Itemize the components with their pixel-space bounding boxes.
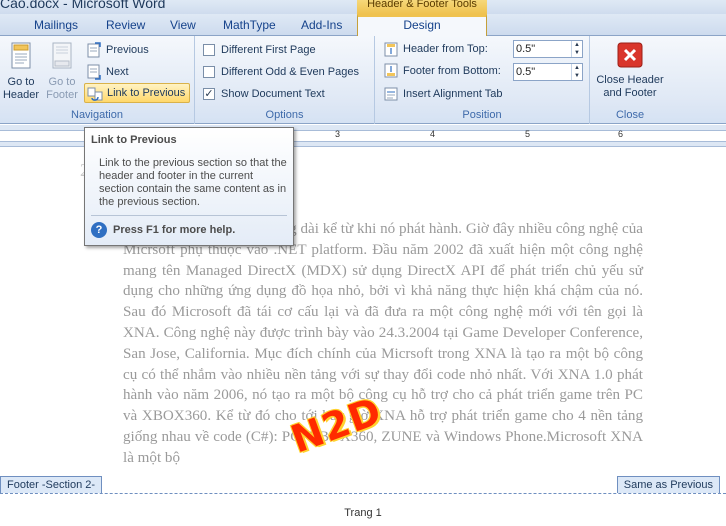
next-button[interactable]: Next xyxy=(84,62,133,82)
footer-from-bottom-text: Footer from Bottom: xyxy=(403,65,501,77)
same-as-previous-tag: Same as Previous xyxy=(616,476,720,493)
next-section-icon xyxy=(87,64,101,80)
link-to-previous-tooltip: Link to Previous Link to the previous se… xyxy=(84,127,294,246)
window-title: Cao.docx - Microsoft Word xyxy=(0,0,166,11)
position-group: Header from Top: 0.5" ▲ ▼ Footer from Bot… xyxy=(375,36,590,124)
footer-section-tag: Footer -Section 2- xyxy=(0,476,103,493)
tooltip-title: Link to Previous xyxy=(91,134,177,146)
go-to-footer-label: Go to Footer xyxy=(46,76,78,101)
show-document-text-label: Show Document Text xyxy=(221,88,325,100)
previous-label: Previous xyxy=(106,44,149,56)
position-group-label: Position xyxy=(462,109,502,121)
options-group: Different First Page Different Odd & Eve… xyxy=(195,36,375,124)
previous-section-icon xyxy=(87,42,101,58)
insert-alignment-tab-button[interactable]: Insert Alignment Tab xyxy=(381,84,506,104)
ruler-number: 6 xyxy=(618,129,624,139)
options-group-label: Options xyxy=(265,109,304,121)
context-tab-label: Header & Footer Tools xyxy=(357,0,487,14)
spin-arrows-icon[interactable]: ▲ ▼ xyxy=(571,41,582,57)
different-first-page-checkbox[interactable] xyxy=(203,44,215,56)
tab-mailings[interactable]: Mailings xyxy=(34,17,78,36)
header-from-top-label: Header from Top: xyxy=(383,40,488,58)
tooltip-help-text: Press F1 for more help. xyxy=(113,224,236,236)
ruler-number: 3 xyxy=(335,129,341,139)
alignment-tab-icon xyxy=(384,87,398,101)
ruler-number: 4 xyxy=(430,129,436,139)
different-odd-even-option[interactable]: Different Odd & Even Pages xyxy=(203,63,359,81)
navigation-group: Go to Header Go to Footer Previous Next … xyxy=(0,36,195,124)
insert-alignment-tab-label: Insert Alignment Tab xyxy=(403,88,503,100)
go-to-header-button[interactable]: Go to Header xyxy=(2,42,40,102)
ruler-number: 5 xyxy=(525,129,531,139)
tooltip-divider xyxy=(91,215,287,216)
tab-design[interactable]: Design xyxy=(357,14,487,37)
close-header-footer-label: Close Header and Footer xyxy=(596,74,664,99)
footer-page-text[interactable]: Trang 1 xyxy=(0,507,726,519)
help-icon: ? xyxy=(91,222,107,238)
ribbon: Go to Header Go to Footer Previous Next … xyxy=(0,36,726,124)
header-from-top-text: Header from Top: xyxy=(403,43,488,55)
tooltip-help: ? Press F1 for more help. xyxy=(91,222,235,238)
different-first-page-option[interactable]: Different First Page xyxy=(203,41,316,59)
footer-from-bottom-value[interactable]: 0.5" xyxy=(516,66,535,78)
close-group: Close Header and Footer Close xyxy=(590,36,670,124)
tab-review[interactable]: Review xyxy=(106,17,145,36)
navigation-group-label: Navigation xyxy=(71,109,123,121)
different-first-page-label: Different First Page xyxy=(221,44,316,56)
spin-arrows-icon[interactable]: ▲ ▼ xyxy=(571,64,582,80)
tab-add-ins[interactable]: Add-Ins xyxy=(301,17,342,36)
link-to-previous-icon xyxy=(87,87,103,101)
go-to-header-icon xyxy=(11,42,31,69)
tab-view[interactable]: View xyxy=(170,17,196,36)
close-group-label: Close xyxy=(615,109,645,121)
different-odd-even-checkbox[interactable] xyxy=(203,66,215,78)
next-label: Next xyxy=(106,66,129,78)
different-odd-even-label: Different Odd & Even Pages xyxy=(221,66,359,78)
header-position-icon xyxy=(384,42,398,57)
footer-from-bottom-spinner[interactable]: 0.5" ▲ ▼ xyxy=(513,63,583,81)
header-from-top-spinner[interactable]: 0.5" ▲ ▼ xyxy=(513,40,583,58)
title-bar: Cao.docx - Microsoft Word Header & Foote… xyxy=(0,0,726,14)
header-from-top-value[interactable]: 0.5" xyxy=(516,43,535,55)
footer-from-bottom-label: Footer from Bottom: xyxy=(383,62,501,80)
show-document-text-checkbox[interactable]: ✓ xyxy=(203,88,215,100)
footer-boundary xyxy=(0,493,726,494)
go-to-footer-icon xyxy=(52,42,72,69)
close-icon xyxy=(617,42,643,68)
previous-button[interactable]: Previous xyxy=(84,40,153,60)
show-document-text-option[interactable]: ✓ Show Document Text xyxy=(203,85,325,103)
link-to-previous-button[interactable]: Link to Previous xyxy=(84,83,191,103)
go-to-header-label: Go to Header xyxy=(2,76,40,101)
tab-mathtype[interactable]: MathType xyxy=(223,17,276,36)
tooltip-description: Link to the previous section so that the… xyxy=(99,157,287,208)
close-header-footer-button[interactable]: Close Header and Footer xyxy=(592,42,668,102)
footer-position-icon xyxy=(384,63,398,78)
go-to-footer-button[interactable]: Go to Footer xyxy=(43,42,81,102)
link-to-previous-label: Link to Previous xyxy=(107,87,186,99)
